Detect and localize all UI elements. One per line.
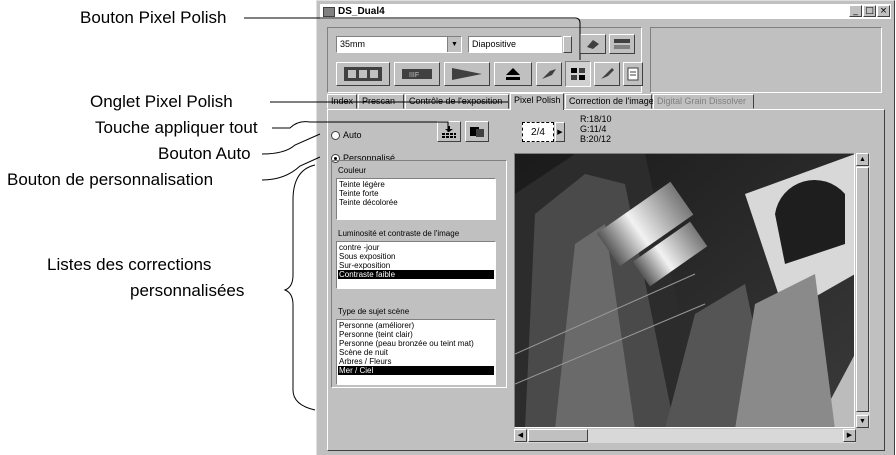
pixel-polish-icon [571,68,585,80]
preferences-button[interactable] [623,62,643,86]
list-item[interactable]: Teinte décolorée [338,198,494,207]
brightness-group-label: Luminosité et contraste de l'image [338,229,460,238]
scroll-down-button[interactable]: ▼ [856,415,869,428]
svg-text:IIIF: IIIF [409,72,419,79]
auto-dust-button[interactable] [536,62,562,86]
scroll-right-button[interactable]: ▶ [843,429,856,442]
list-item[interactable]: Personne (améliorer) [338,321,494,330]
film-type-toggle-button[interactable] [563,36,572,53]
toolbar-panel: 35mm ▼ Diapositive IIIF [327,27,643,93]
apply-all-icon [442,125,456,138]
scanner-window: DS_Dual4 _ □ × 35mm ▼ Diapositive IIIF I… [316,0,895,455]
callout-pixel-polish-button: Bouton Pixel Polish [80,8,227,27]
close-button[interactable]: × [877,5,890,17]
auto-radio[interactable]: Auto [331,130,362,140]
minimize-button[interactable]: _ [849,5,862,17]
auto-radio-circle [331,130,340,140]
readout-b: B:20/12 [580,134,612,144]
callout-custom-button: Bouton de personnalisation [7,170,214,189]
pixel-polish-button[interactable] [565,61,591,87]
scroll-up-button[interactable]: ▲ [856,153,869,166]
subject-group-label: Type de sujet scène [338,307,410,316]
subject-list[interactable]: Personne (améliorer) Personne (teint clai… [336,319,496,385]
film-format-select[interactable]: 35mm ▼ [336,36,462,53]
list-item[interactable]: Personne (peau bronzée ou teint mat) [338,339,494,348]
list-item[interactable]: Teinte forte [338,189,494,198]
title-bar: DS_Dual4 _ □ × [320,4,891,19]
list-item[interactable]: Scène de nuit [338,348,494,357]
eraser-button[interactable] [580,34,606,54]
eraser-icon [587,40,599,49]
compare-icon [470,126,484,137]
horizontal-scroll-thumb[interactable] [528,429,588,442]
callout-pixel-polish-tab: Onglet Pixel Polish [90,92,233,111]
eject-button[interactable] [494,62,532,86]
list-item[interactable]: Sous exposition [338,252,494,261]
compare-button[interactable] [465,121,489,142]
film-type-select[interactable]: Diapositive [468,36,562,53]
vertical-scrollbar[interactable]: ▲ ▼ [856,153,870,428]
rgb-readout: R:18/10 G:11/4 B:20/12 [580,114,612,144]
brightness-list[interactable]: contre -jour Sous exposition Sur-expositio… [336,241,496,289]
dust-brush-icon [542,69,556,79]
app-icon [323,6,335,17]
callout-custom-lists-line2: personnalisées [130,281,245,300]
eject-icon [506,68,520,80]
brush-icon [601,68,614,79]
film-type-value: Diapositive [472,39,517,49]
horizontal-scrollbar[interactable]: ◀ ▶ [514,429,856,443]
list-item[interactable]: Sur-exposition [338,261,494,270]
tab-image-correction[interactable]: Correction de l'image [565,94,654,109]
leader-custom-lists-brace [283,164,316,411]
maximize-button[interactable]: □ [863,5,876,17]
custom-corrections-group: Couleur Teinte légère Teinte forte Teinte … [331,160,507,388]
document-icon [627,67,639,81]
leader-custom-button [261,156,321,181]
window-title: DS_Dual4 [338,6,385,17]
pixel-polish-panel: Auto 2/4 ▶ R:18/10 G:11/4 B:20/12 Person… [327,109,885,451]
film-format-value: 35mm [340,39,366,49]
auto-radio-label: Auto [343,130,362,140]
callout-apply-all-key: Touche appliquer tout [95,118,258,137]
list-item[interactable]: Mer / Ciel [338,366,494,375]
scan-button[interactable] [444,62,490,86]
tab-prescan[interactable]: Prescan [358,94,404,109]
color-group-label: Couleur [338,166,367,175]
job-file-icon [614,39,630,49]
readout-g: G:11/4 [580,124,607,134]
frame-counter: 2/4 [531,126,545,138]
preview-image[interactable] [514,153,855,428]
save-job-button[interactable] [609,34,635,54]
film-strip-icon [344,67,382,81]
color-list[interactable]: Teinte légère Teinte forte Teinte décoloré… [336,178,496,220]
list-item[interactable]: Contraste faible [338,270,494,279]
tab-pixel-polish[interactable]: Pixel Polish [510,93,564,110]
info-panel [650,27,882,93]
list-item[interactable]: contre -jour [338,243,494,252]
callout-custom-lists-line1: Listes des corrections [47,255,212,274]
color-correction-button[interactable] [594,62,620,86]
list-item[interactable]: Personne (teint clair) [338,330,494,339]
index-scan-button[interactable] [336,62,390,86]
list-item[interactable]: Teinte légère [338,180,494,189]
prescan-icon: IIIF [402,69,432,79]
leader-auto-button [261,133,321,155]
vertical-scroll-thumb[interactable] [856,167,869,412]
chevron-down-icon: ▼ [447,37,461,52]
prescan-button[interactable]: IIIF [394,62,440,86]
preview-photo [515,154,854,427]
scroll-left-button[interactable]: ◀ [514,429,527,442]
tab-index[interactable]: Index [327,94,357,109]
tab-digital-grain-dissolver[interactable]: Digital Grain Dissolver [653,94,754,109]
tab-exposure-control[interactable]: Contrôle de l'exposition [405,94,509,109]
apply-all-button[interactable] [437,121,461,142]
callout-auto-button: Bouton Auto [158,144,251,163]
readout-r: R:18/10 [580,114,612,124]
next-frame-button[interactable]: ▶ [555,122,565,142]
scan-icon [452,68,482,80]
list-item[interactable]: Arbres / Fleurs [338,357,494,366]
frame-counter-box: 2/4 [522,122,554,142]
